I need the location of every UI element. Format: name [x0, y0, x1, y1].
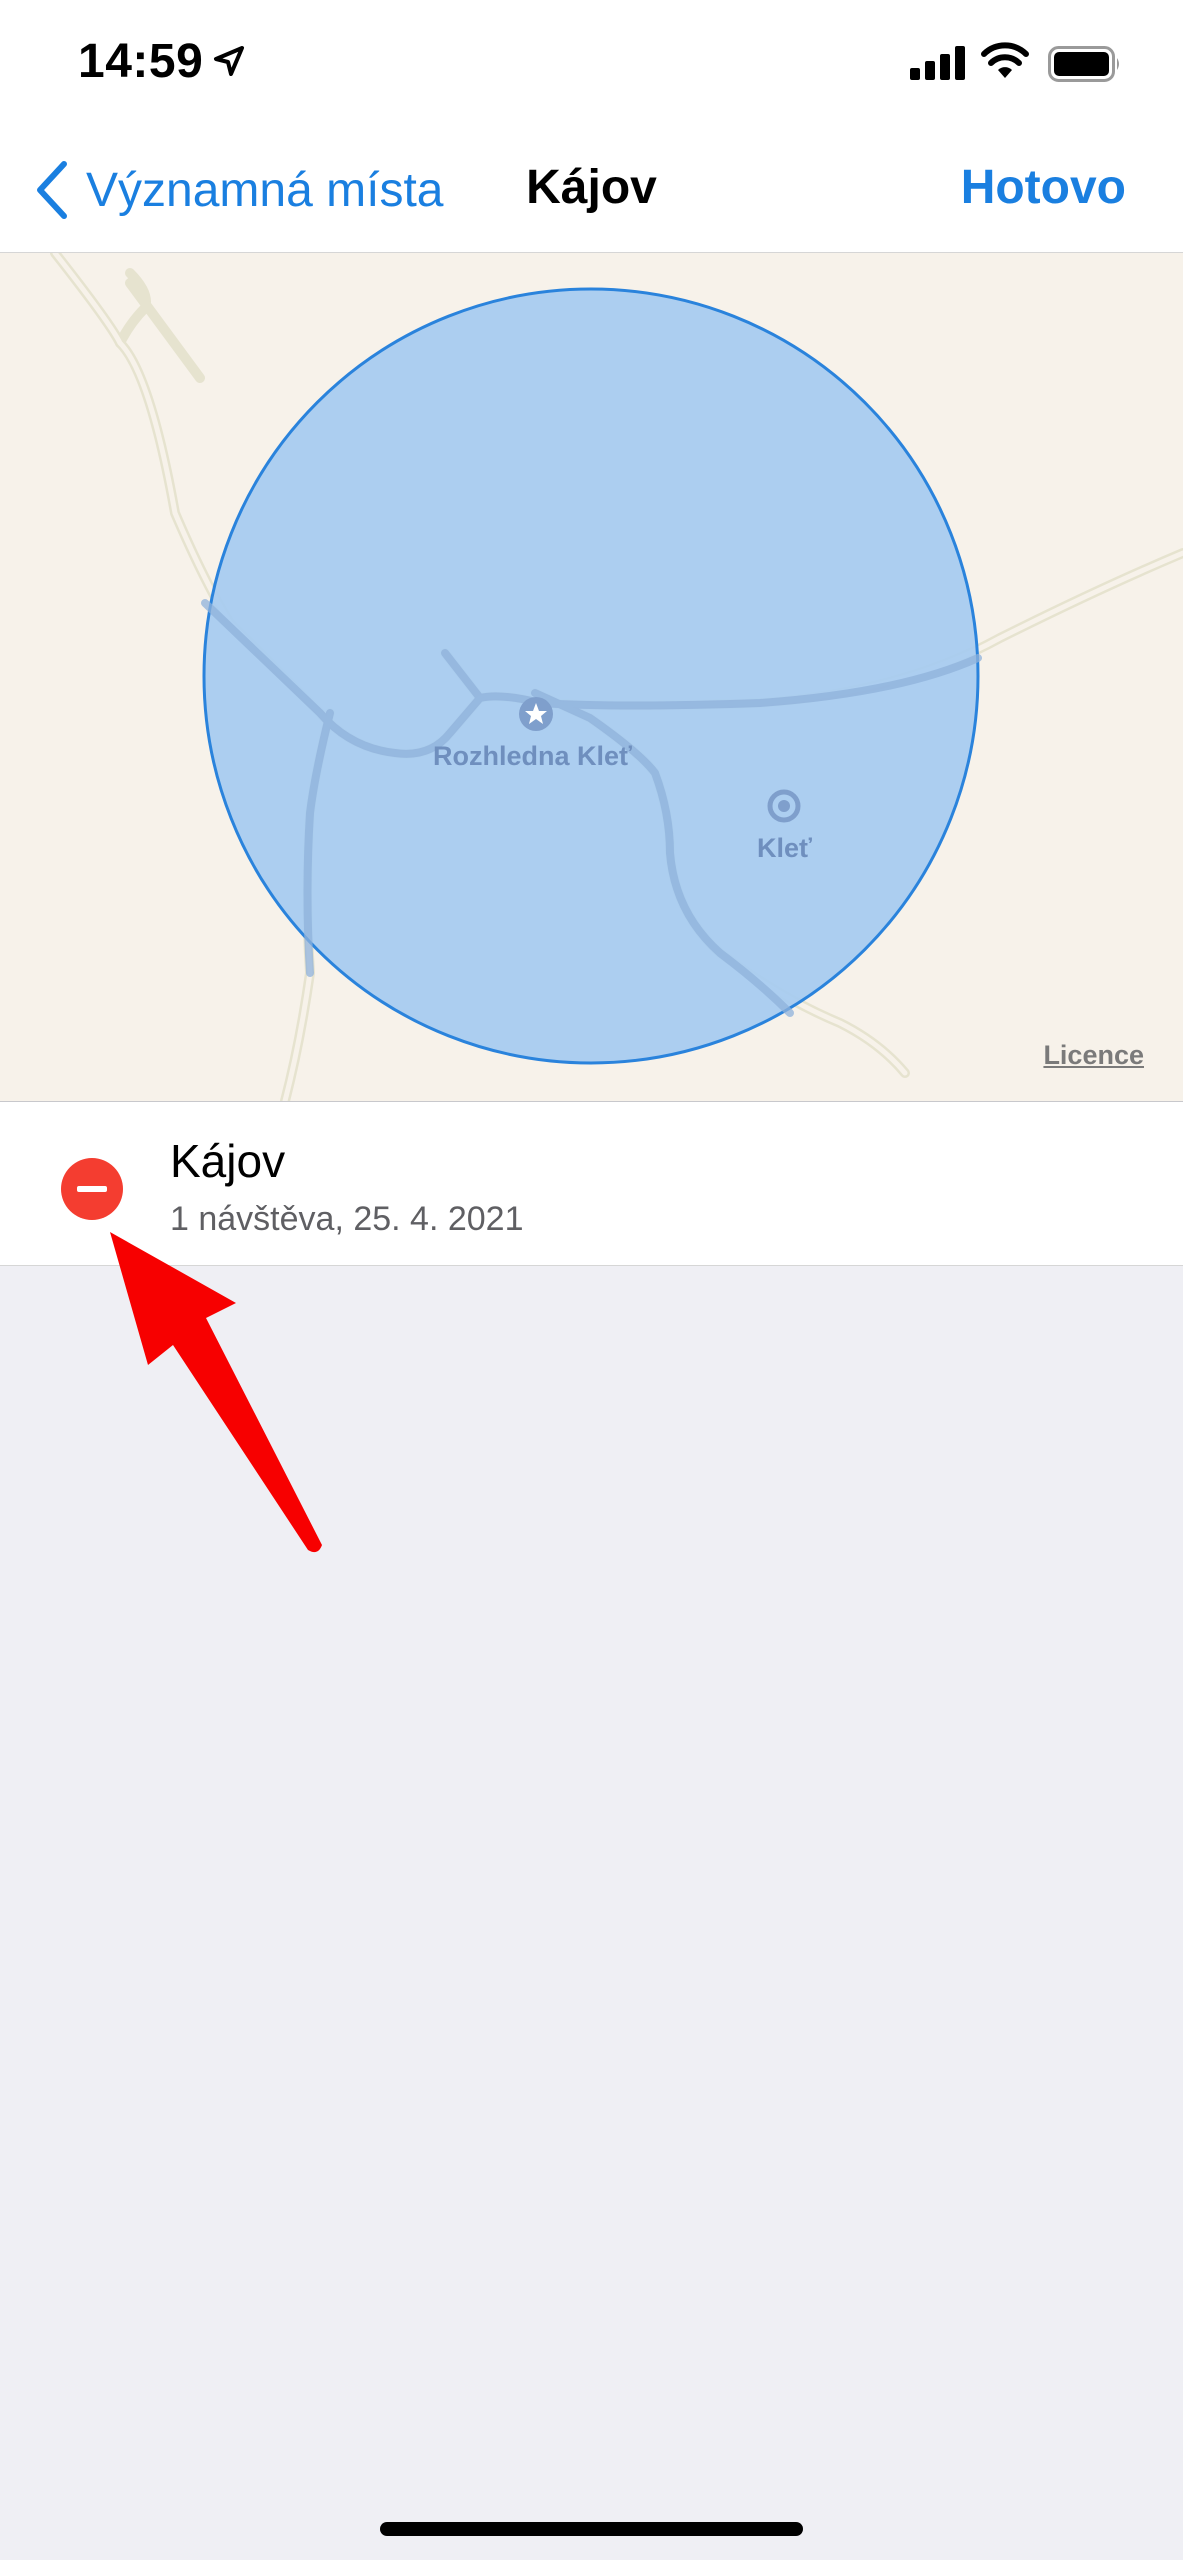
licence-link[interactable]: Licence	[1043, 1040, 1144, 1071]
back-button-label: Významná místa	[86, 163, 444, 217]
cellular-signal-icon	[910, 46, 965, 80]
annotation-arrow-icon	[110, 1232, 322, 1553]
navigation-bar: Významná místa Kájov Hotovo	[0, 130, 1183, 253]
battery-icon	[1048, 46, 1119, 82]
chevron-left-icon	[37, 161, 67, 219]
region-circle	[202, 287, 980, 1065]
map-label-klet: Kleť	[757, 833, 812, 863]
status-bar: 14:59	[0, 0, 1183, 130]
map-label-rozhledna: Rozhledna Kleť	[433, 741, 632, 771]
done-button[interactable]: Hotovo	[961, 160, 1126, 215]
place-name: Kájov	[170, 1135, 286, 1187]
location-arrow-icon	[214, 46, 244, 76]
back-button[interactable]: Významná místa	[32, 158, 443, 222]
map-roads	[50, 253, 1183, 1101]
map-view[interactable]: Rozhledna Kleť Kleť Licence	[0, 253, 1183, 1101]
delete-button[interactable]	[61, 1158, 123, 1220]
home-indicator	[380, 2522, 803, 2536]
wifi-icon	[981, 42, 1029, 78]
star-poi-icon	[519, 697, 553, 731]
status-time: 14:59	[78, 35, 204, 88]
